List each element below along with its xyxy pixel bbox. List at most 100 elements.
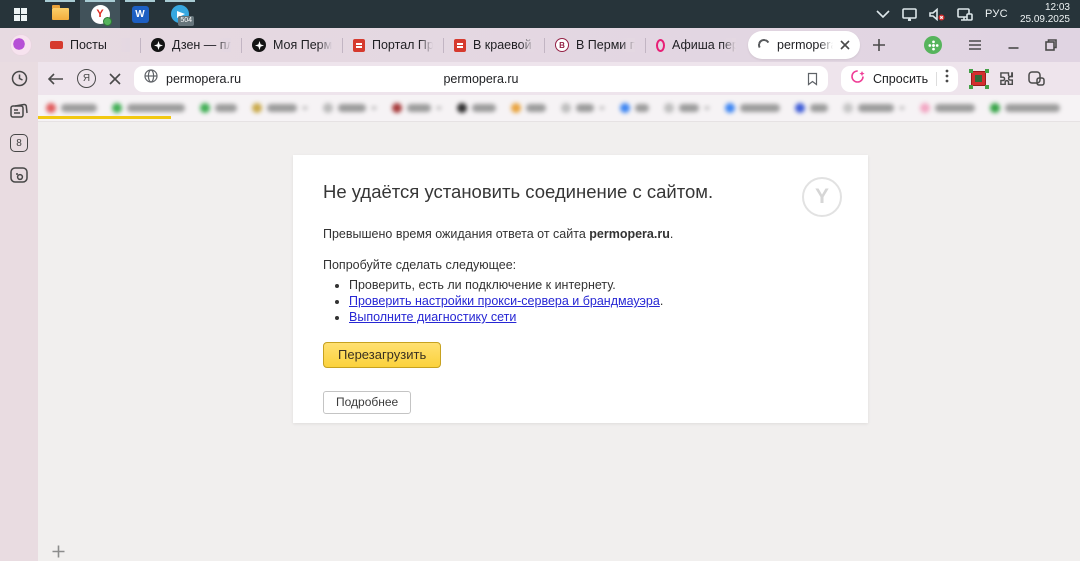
tab-title: Портал Прав — [372, 38, 433, 52]
taskbar-app-yandex-browser[interactable]: Y — [80, 0, 120, 28]
bookmark-label-blob — [407, 104, 431, 112]
browser-tab-bar: Посты Дзен — плат Моя Пермь | Портал Пра… — [0, 28, 1080, 62]
back-button[interactable] — [48, 72, 64, 85]
restore-window-button[interactable] — [1045, 39, 1057, 51]
suggestion-suffix: . — [659, 294, 664, 308]
notes-panel-icon[interactable] — [9, 101, 29, 121]
bookmark-favicon — [561, 103, 571, 113]
network-diagnostics-link[interactable]: Выполните диагностику сети — [349, 310, 516, 324]
proxy-settings-link[interactable]: Проверить настройки прокси-сервера и бра… — [349, 294, 660, 308]
bookmark-item[interactable] — [990, 103, 1060, 113]
bookmark-label-blob — [61, 104, 97, 112]
bookmark-favicon — [725, 103, 735, 113]
tab-afisha[interactable]: Афиша перм — [646, 28, 746, 62]
bookmark-favicon — [664, 103, 674, 113]
protect-extension-icon[interactable] — [924, 36, 942, 54]
globe-icon — [144, 69, 158, 88]
browser-menu-button[interactable] — [968, 39, 982, 51]
bookmark-item[interactable] — [795, 103, 828, 113]
bookmark-item[interactable] — [664, 103, 710, 113]
bookmark-item[interactable] — [620, 103, 649, 113]
tab-title: Посты — [70, 38, 130, 52]
bookmark-item[interactable] — [457, 103, 496, 113]
minimize-button[interactable] — [1008, 40, 1019, 50]
screen: Y W 504 РУС 12:03 25.09.2025 Посты Дзен … — [0, 0, 1080, 561]
ai-swirl-icon — [850, 69, 865, 89]
suggestion-item: Проверить настройки прокси-сервера и бра… — [349, 293, 838, 309]
history-icon[interactable] — [9, 68, 29, 88]
yandex-home-button[interactable]: Я — [77, 69, 96, 88]
bookmark-favicon — [112, 103, 122, 113]
more-options-icon[interactable] — [945, 69, 949, 88]
bookmark-item[interactable] — [200, 103, 237, 113]
tab-moya-perm[interactable]: Моя Пермь | — [242, 28, 342, 62]
close-tab-icon[interactable] — [840, 40, 850, 50]
bookmark-favicon — [392, 103, 402, 113]
new-tab-button[interactable] — [872, 38, 886, 52]
tab-v-permi[interactable]: В В Перми пла — [545, 28, 645, 62]
bookmark-item[interactable] — [46, 103, 97, 113]
bookmark-label-blob — [267, 104, 297, 112]
word-icon: W — [131, 5, 149, 23]
bookmark-item[interactable] — [725, 103, 780, 113]
bookmark-label-blob — [810, 104, 828, 112]
bookmark-item[interactable] — [561, 103, 605, 113]
screenshot-icon[interactable] — [9, 165, 29, 185]
start-button[interactable] — [0, 0, 40, 28]
bookmark-label-blob — [576, 104, 594, 112]
windows-logo-icon — [13, 7, 27, 21]
taskbar-app-telegram[interactable]: 504 — [160, 0, 200, 28]
ask-button[interactable]: Спросить — [873, 72, 928, 86]
suggestion-item: Проверить, есть ли подключение к интерне… — [349, 277, 838, 293]
extension-icon-selected[interactable] — [969, 69, 987, 86]
tab-v-kraevoy[interactable]: В краевой ст — [444, 28, 544, 62]
browser-side-panel: 8 — [0, 62, 38, 561]
tray-date: 25.09.2025 — [1019, 14, 1070, 25]
telegram-unread-badge: 504 — [178, 16, 194, 26]
suggestion-item: Выполните диагностику сети — [349, 309, 838, 325]
bookmark-item[interactable] — [252, 103, 308, 113]
bookmark-item[interactable] — [392, 103, 442, 113]
tray-window-icon[interactable] — [902, 7, 917, 21]
clock[interactable]: 12:03 25.09.2025 — [1020, 2, 1070, 27]
tab-posty[interactable]: Посты — [40, 28, 140, 62]
address-bar[interactable]: permopera.ru permopera.ru — [134, 65, 828, 92]
plus-icon[interactable] — [52, 545, 65, 558]
bookmark-flag-icon[interactable] — [807, 72, 818, 86]
volume-muted-icon[interactable] — [929, 7, 945, 21]
profile-avatar[interactable] — [10, 34, 32, 56]
window-stack-icon[interactable] — [1028, 71, 1045, 86]
tab-dzen[interactable]: Дзен — плат — [141, 28, 241, 62]
address-url: permopera.ru — [166, 71, 242, 86]
tab-counter[interactable]: 8 — [10, 134, 28, 152]
bookmark-label-blob — [858, 104, 894, 112]
tray-chevron-icon[interactable] — [876, 10, 890, 18]
error-message: Превышено время ожидания ответа от сайта… — [323, 227, 838, 241]
gov-portal-icon — [454, 38, 466, 52]
bookmark-item[interactable] — [323, 103, 377, 113]
dzen-icon — [151, 38, 165, 52]
bookmark-favicon — [843, 103, 853, 113]
bookmark-item[interactable] — [511, 103, 546, 113]
error-domain: permopera.ru — [589, 227, 670, 241]
tab-permopera-active[interactable]: permopera — [748, 31, 860, 59]
bookmarks-bar — [38, 95, 1080, 122]
windows-taskbar: Y W 504 РУС 12:03 25.09.2025 — [0, 0, 1080, 28]
bookmark-item[interactable] — [920, 103, 975, 113]
tab-title: Афиша перм — [672, 38, 736, 52]
tab-portal-prav[interactable]: Портал Прав — [343, 28, 443, 62]
bookmark-favicon — [323, 103, 333, 113]
bookmark-item[interactable] — [843, 103, 905, 113]
details-button[interactable]: Подробнее — [323, 391, 412, 414]
taskbar-app-explorer[interactable] — [40, 0, 80, 28]
bookmark-label-blob — [338, 104, 366, 112]
tab-title: В Перми пла — [576, 38, 635, 52]
network-icon[interactable] — [957, 7, 973, 21]
stop-loading-button[interactable] — [109, 72, 121, 85]
extensions-puzzle-icon[interactable] — [999, 71, 1015, 87]
bookmark-item[interactable] — [112, 103, 185, 113]
taskbar-app-word[interactable]: W — [120, 0, 160, 28]
language-indicator[interactable]: РУС — [985, 8, 1008, 20]
bookmark-label-blob — [740, 104, 780, 112]
reload-button[interactable]: Перезагрузить — [323, 342, 442, 368]
